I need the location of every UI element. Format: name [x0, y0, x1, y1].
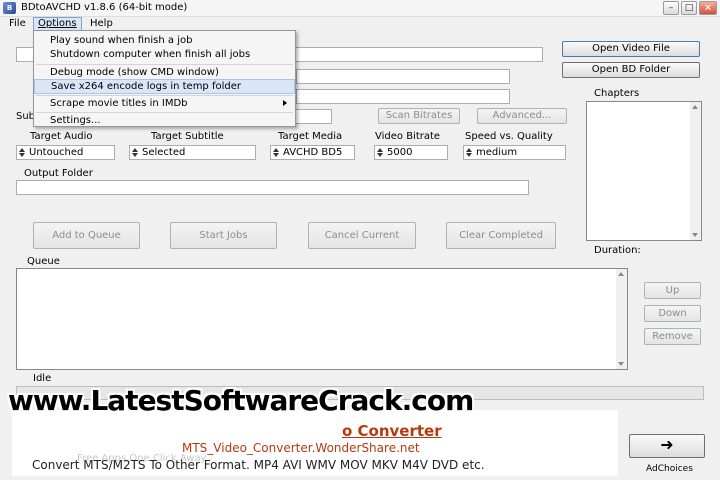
title-field[interactable] [296, 69, 510, 84]
spinner-arrows-icon[interactable] [465, 147, 473, 159]
speed-quality-value: medium [476, 147, 518, 158]
maximize-icon[interactable]: □ [681, 1, 697, 15]
menu-item-debug-mode[interactable]: Debug mode (show CMD window) [34, 65, 295, 80]
speed-quality-label: Speed vs. Quality [465, 131, 553, 142]
video-bitrate-value: 5000 [387, 147, 413, 158]
speed-quality-spinner[interactable]: medium [463, 145, 566, 160]
target-media-label: Target Media [278, 131, 343, 142]
cancel-current-button[interactable]: Cancel Current [308, 222, 416, 249]
menu-item-play-sound[interactable]: Play sound when finish a job [34, 33, 295, 48]
window-title: BDtoAVCHD v1.8.6 (64-bit mode) [21, 2, 188, 13]
chapters-label: Chapters [594, 88, 640, 99]
scan-bitrates-button[interactable]: Scan Bitrates [378, 108, 460, 124]
scroll-up-icon[interactable] [692, 105, 698, 109]
ad-body: Convert MTS/M2TS To Other Format. MP4 AV… [32, 458, 485, 472]
scroll-up-icon[interactable] [618, 272, 624, 276]
target-subtitle-label: Target Subtitle [151, 131, 224, 142]
ad-go-button[interactable]: ➜ [629, 434, 705, 458]
ad-choices-label[interactable]: AdChoices [646, 464, 693, 474]
add-to-queue-button[interactable]: Add to Queue [33, 222, 140, 249]
target-audio-spinner[interactable]: Untouched [16, 145, 115, 160]
minimize-icon[interactable]: – [663, 1, 679, 15]
title-bar: B BDtoAVCHD v1.8.6 (64-bit mode) – □ × [0, 0, 720, 17]
target-audio-label: Target Audio [30, 131, 93, 142]
target-subtitle-spinner[interactable]: Selected [129, 145, 256, 160]
options-dropdown-menu: Play sound when finish a job Shutdown co… [33, 30, 296, 127]
target-subtitle-value: Selected [142, 147, 186, 158]
queue-down-button[interactable]: Down [644, 305, 701, 322]
menu-help[interactable]: Help [86, 17, 117, 31]
video-bitrate-spinner[interactable]: 5000 [374, 145, 448, 160]
scroll-down-icon[interactable] [692, 233, 698, 237]
advanced-button[interactable]: Advanced... [477, 108, 567, 124]
output-folder-label: Output Folder [24, 168, 93, 179]
queue-label: Queue [27, 256, 60, 267]
target-media-spinner[interactable]: AVCHD BD5 [270, 145, 355, 160]
ad-headline[interactable]: o Converter [342, 422, 442, 440]
menu-item-scrape-imdb-label: Scrape movie titles in IMDb [50, 98, 188, 109]
open-video-file-button[interactable]: Open Video File [562, 41, 700, 57]
menu-file[interactable]: File [5, 17, 30, 31]
target-media-value: AVCHD BD5 [283, 147, 343, 158]
status-text: Idle [33, 373, 52, 384]
spinner-arrows-icon[interactable] [272, 147, 280, 159]
queue-remove-button[interactable]: Remove [644, 328, 701, 345]
menu-item-scrape-imdb[interactable]: Scrape movie titles in IMDb [34, 96, 295, 111]
ad-url[interactable]: MTS_Video_Converter.WonderShare.net [182, 441, 420, 455]
menu-item-save-x264-logs[interactable]: Save x264 encode logs in temp folder [34, 79, 295, 94]
clear-completed-button[interactable]: Clear Completed [446, 222, 556, 249]
arrow-right-icon: ➜ [660, 435, 674, 454]
output-folder-field[interactable] [16, 180, 529, 195]
spinner-arrows-icon[interactable] [376, 147, 384, 159]
watermark: www.LatestSoftwareCrack.com [8, 384, 474, 417]
start-jobs-button[interactable]: Start Jobs [170, 222, 277, 249]
video-bitrate-label: Video Bitrate [375, 131, 441, 142]
app-icon: B [3, 2, 16, 14]
target-audio-value: Untouched [29, 147, 84, 158]
queue-scrollbar[interactable] [616, 269, 627, 369]
menu-item-settings[interactable]: Settings... [34, 113, 295, 128]
chapters-scrollbar[interactable] [690, 102, 701, 240]
ad-banner[interactable]: o Converter MTS_Video_Converter.WonderSh… [12, 410, 618, 476]
path-field[interactable] [296, 89, 510, 104]
menu-options[interactable]: Options [33, 17, 82, 31]
menu-item-shutdown[interactable]: Shutdown computer when finish all jobs [34, 47, 295, 62]
duration-label: Duration: [594, 245, 641, 256]
open-bd-folder-button[interactable]: Open BD Folder [562, 62, 700, 78]
chapters-list[interactable] [586, 101, 702, 241]
submenu-arrow-icon [283, 100, 287, 106]
spinner-arrows-icon[interactable] [131, 147, 139, 159]
spinner-arrows-icon[interactable] [18, 147, 26, 159]
queue-up-button[interactable]: Up [644, 282, 701, 299]
scroll-down-icon[interactable] [618, 362, 624, 366]
queue-list[interactable] [16, 268, 628, 370]
close-icon[interactable]: × [699, 1, 717, 15]
